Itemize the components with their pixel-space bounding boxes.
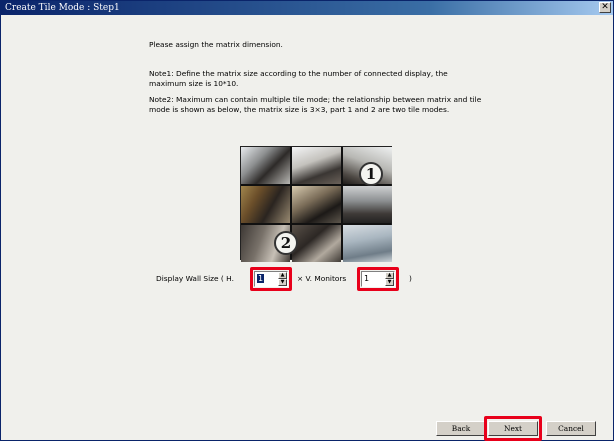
matrix-cell [241, 186, 290, 223]
back-button[interactable]: Back [436, 421, 486, 436]
close-icon[interactable]: ✕ [599, 2, 611, 13]
matrix-cell [292, 225, 341, 262]
note1-line1: Note1: Define the matrix size according … [149, 69, 448, 78]
note2-line1: Note2: Maximum can contain multiple tile… [149, 95, 482, 104]
note1-text: Note1: Define the matrix size according … [149, 69, 448, 89]
close-paren: ) [409, 274, 412, 283]
instruction-line: Please assign the matrix dimension. [149, 40, 283, 49]
matrix-cell [241, 147, 290, 184]
v-increment-icon[interactable]: ▲ [385, 272, 394, 279]
cancel-button[interactable]: Cancel [546, 421, 596, 436]
window-title: Create Tile Mode : Step1 [5, 3, 120, 13]
matrix-cell [343, 186, 392, 223]
h-monitors-value[interactable]: 1 [257, 274, 265, 283]
v-decrement-icon[interactable]: ▼ [385, 279, 394, 286]
v-monitors-stepper[interactable]: 1 ▲ ▼ [361, 271, 395, 287]
h-decrement-icon[interactable]: ▼ [278, 279, 287, 286]
dialog-content: Please assign the matrix dimension. Note… [1, 15, 613, 441]
v-monitors-label: × V. Monitors [297, 274, 347, 283]
matrix-cell [292, 186, 341, 223]
v-monitors-value[interactable]: 1 [364, 273, 369, 285]
display-wall-size-label: Display Wall Size ( H. [156, 274, 234, 283]
title-bar: Create Tile Mode : Step1 ✕ [1, 1, 613, 15]
create-tile-mode-window: Create Tile Mode : Step1 ✕ Please assign… [0, 0, 614, 441]
h-monitors-stepper[interactable]: 1 ▲ ▼ [254, 271, 288, 287]
tile-mode-1-marker: 1 [359, 162, 383, 186]
tile-matrix-illustration: 1 2 [240, 146, 392, 262]
h-increment-icon[interactable]: ▲ [278, 272, 287, 279]
note1-line2: maximum size is 10*10. [149, 79, 239, 88]
matrix-cell [292, 147, 341, 184]
tile-mode-2-marker: 2 [274, 231, 298, 255]
matrix-cell [343, 225, 392, 262]
note2-line2: mode is shown as below, the matrix size … [149, 105, 450, 114]
next-button[interactable]: Next [488, 421, 538, 436]
note2-text: Note2: Maximum can contain multiple tile… [149, 95, 481, 115]
instruction-text: Please assign the matrix dimension. [149, 40, 283, 50]
